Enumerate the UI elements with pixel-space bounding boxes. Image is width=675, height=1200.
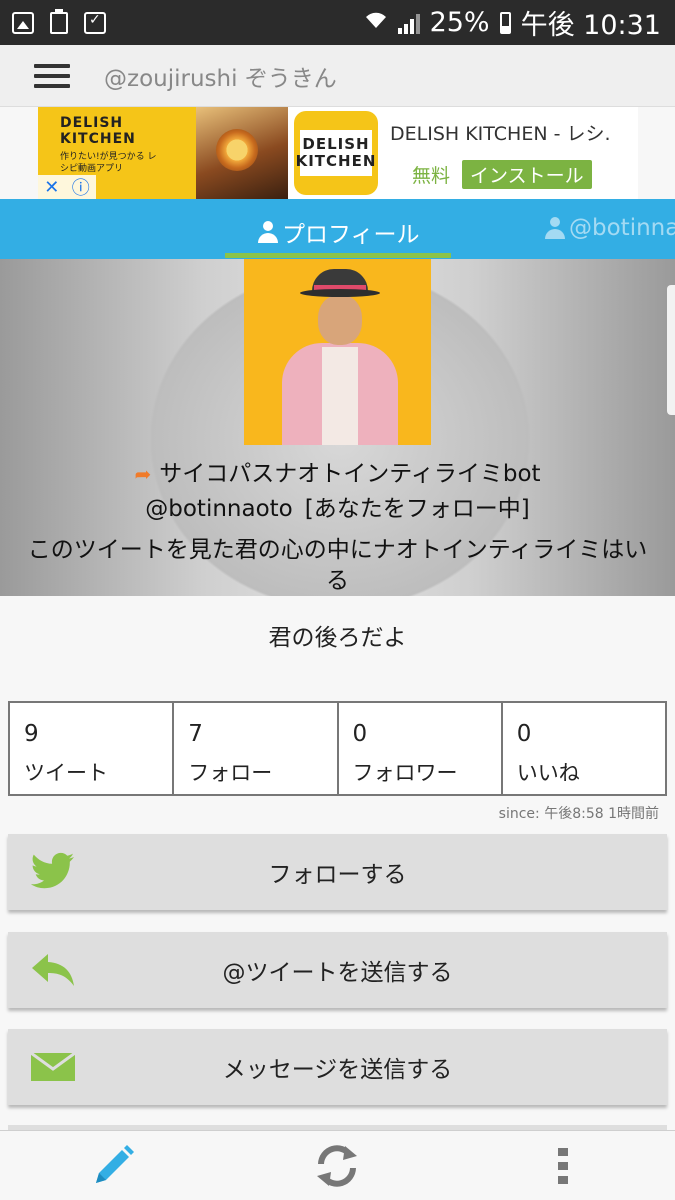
person-icon <box>545 217 565 239</box>
battery-percent: 25% <box>429 7 490 38</box>
status-bar: 25% 午後 10:31 <box>0 0 675 45</box>
person-icon <box>258 221 278 243</box>
signal-icon <box>397 12 420 34</box>
hamburger-menu-icon[interactable] <box>34 63 70 88</box>
clipboard-icon <box>50 8 68 34</box>
stat-label: フォロー <box>188 761 273 785</box>
image-icon <box>12 11 34 34</box>
reply-icon <box>30 950 76 990</box>
message-button[interactable]: メッセージを送信する <box>8 1029 667 1105</box>
reply-arrow-icon: ➦ <box>134 462 152 486</box>
follow-button[interactable]: フォローする <box>8 834 667 910</box>
ad-food-image[interactable] <box>196 107 288 199</box>
battery-icon <box>499 11 511 34</box>
profile-header: ➦ サイコパスナオトインティライミbot @botinnaoto [あなたをフォロー… <box>0 259 675 596</box>
clock: 午後 10:31 <box>520 10 661 41</box>
stat-following[interactable]: 7 フォロー <box>172 703 336 794</box>
avatar[interactable] <box>244 259 431 445</box>
ad-info-icon[interactable]: ⓘ <box>72 174 90 199</box>
stat-label: いいね <box>516 761 580 785</box>
mention-button-label: @ツイートを送信する <box>222 960 453 986</box>
stat-value: 0 <box>516 721 532 747</box>
message-button-label: メッセージを送信する <box>222 1057 453 1083</box>
follow-button-label: フォローする <box>268 862 407 888</box>
since-timestamp: since: 午後8:58 1時間前 <box>498 806 659 822</box>
tab-user-timeline-label: @botinnao <box>569 215 675 241</box>
stat-value: 7 <box>188 721 203 747</box>
profile-handle-line: @botinnaoto [あなたをフォロー中] <box>0 489 675 523</box>
ad-title[interactable]: DELISH KITCHEN - レシ. <box>390 119 638 146</box>
stat-value: 9 <box>24 721 39 747</box>
profile-location: 君の後ろだよ <box>268 625 407 651</box>
ad-logo-line2: KITCHEN <box>295 152 377 170</box>
ad-price: 無料 <box>412 165 451 187</box>
follow-status: [あなたをフォロー中] <box>304 496 530 522</box>
profile-handle: @botinnaoto <box>145 496 293 522</box>
twitter-bird-icon <box>30 852 76 892</box>
bottom-toolbar <box>0 1130 675 1200</box>
mention-button[interactable]: @ツイートを送信する <box>8 932 667 1008</box>
scroll-indicator[interactable] <box>667 285 675 415</box>
ad-image-tagline: 作りたい!が見つかる レシピ動画アプリ <box>60 152 157 174</box>
more-vertical-icon[interactable] <box>538 1141 588 1191</box>
envelope-icon <box>30 1047 76 1087</box>
stat-tweets[interactable]: 9 ツイート <box>10 703 172 794</box>
ad-banner[interactable]: DELISH KITCHEN 作りたい!が見つかる レシピ動画アプリ ✕ ⓘ D… <box>38 107 638 199</box>
stat-value: 0 <box>352 721 368 747</box>
ad-app-logo[interactable]: DELISH KITCHEN <box>288 107 384 199</box>
ad-image-brand: DELISH KITCHEN <box>60 115 136 147</box>
stat-label: ツイート <box>24 761 108 785</box>
ad-logo-line1: DELISH <box>302 135 370 153</box>
refresh-icon[interactable] <box>312 1141 362 1191</box>
stat-label: フォロワー <box>352 761 458 785</box>
ad-controls: ✕ ⓘ <box>38 175 96 199</box>
app-bar: @zoujirushi ぞうきん <box>0 45 675 107</box>
profile-bio: このツイートを見た君の心の中にナオトインティライミはいる <box>27 537 648 594</box>
tab-bar: プロフィール @botinnao <box>0 199 675 259</box>
stat-followers[interactable]: 0 フォロワー <box>336 703 501 794</box>
app-bar-title: @zoujirushi ぞうきん <box>104 65 337 92</box>
profile-name-line: ➦ サイコパスナオトインティライミbot <box>0 454 675 488</box>
pencil-icon[interactable] <box>88 1141 138 1191</box>
ad-close-icon[interactable]: ✕ <box>44 177 59 198</box>
stats-table: 9 ツイート 7 フォロー 0 フォロワー 0 いいね <box>8 701 667 796</box>
stat-likes[interactable]: 0 いいね <box>500 703 665 794</box>
checklist-icon <box>84 11 106 34</box>
tab-user-timeline[interactable]: @botinnao <box>545 215 675 241</box>
ad-image[interactable]: DELISH KITCHEN 作りたい!が見つかる レシピ動画アプリ ✕ ⓘ <box>38 107 196 199</box>
wifi-icon <box>364 10 388 35</box>
tab-profile-label: プロフィール <box>282 222 420 248</box>
ad-install-button[interactable]: インストール <box>462 160 592 189</box>
tab-profile[interactable]: プロフィール <box>258 215 420 249</box>
profile-name: サイコパスナオトインティライミbot <box>159 461 541 487</box>
active-tab-indicator <box>225 253 451 258</box>
